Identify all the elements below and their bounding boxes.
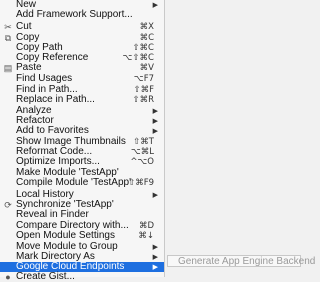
shortcut-label: ⇧⌘T <box>133 136 154 147</box>
menu-item-label: Add to Favorites <box>16 125 89 137</box>
menu-item-cut[interactable]: ✂ Cut ⌘X <box>0 21 164 33</box>
submenu-arrow-icon: ▶ <box>152 242 158 251</box>
shortcut-label: ⇧⌘F <box>133 84 154 95</box>
shortcut-label: ⌘C <box>139 32 154 43</box>
context-menu: New ▶ Add Framework Support... ✂ Cut ⌘X ⧉ Copy ⌘… <box>0 0 165 282</box>
shortcut-label: ⌘V <box>139 63 154 74</box>
shortcut-label: ⇧⌘F9 <box>128 178 154 189</box>
menu-item-label: Reveal in Finder <box>16 209 89 220</box>
menu-item-label: Add Framework Support... <box>16 9 133 21</box>
submenu-arrow-icon: ▶ <box>152 127 158 136</box>
copy-icon: ⧉ <box>4 32 12 43</box>
menu-item-compile-module-testapp[interactable]: Compile Module 'TestApp' ⇧⌘F9 <box>0 177 164 189</box>
submenu-arrow-icon: ▶ <box>152 190 158 199</box>
menu-item-reveal-in-finder[interactable]: Reveal in Finder <box>0 210 164 220</box>
menu-item-add-framework-support[interactable]: Add Framework Support... <box>0 10 164 20</box>
submenu-arrow-icon: ▶ <box>152 117 158 126</box>
shortcut-label: ⌘↓ <box>138 231 154 242</box>
menu-item-label: Open Module Settings <box>16 230 115 242</box>
menu-item-add-to-favorites[interactable]: Add to Favorites ▶ <box>0 126 164 136</box>
menu-item-label: Paste <box>16 62 42 74</box>
shortcut-label: ⌘X <box>139 22 154 33</box>
github-icon: ● <box>5 272 11 282</box>
menu-item-optimize-imports[interactable]: Optimize Imports... ^⌥O <box>0 156 164 168</box>
shortcut-label: ⇧⌘R <box>132 94 154 105</box>
submenu-arrow-icon: ▶ <box>152 252 158 261</box>
submenu-arrow-icon: ▶ <box>152 1 158 9</box>
menu-item-label: Find Usages <box>16 73 73 85</box>
google-cloud-endpoints-submenu: Generate App Engine Backend <box>167 255 315 267</box>
cut-icon: ✂ <box>4 22 12 33</box>
generate-app-engine-backend-item[interactable]: Generate App Engine Backend <box>178 256 315 267</box>
menu-item-label: Compile Module 'TestApp' <box>16 177 131 189</box>
shortcut-label: ⌥F7 <box>133 74 154 85</box>
submenu-arrow-icon: ▶ <box>152 263 158 271</box>
shortcut-label: ⌥⇧⌘C <box>122 53 154 63</box>
menu-item-label: Replace in Path... <box>16 93 95 105</box>
menu-item-replace-in-path[interactable]: Replace in Path... ⇧⌘R <box>0 93 164 105</box>
shortcut-label: ^⌥O <box>130 157 154 167</box>
paste-icon: ▤ <box>3 63 13 74</box>
menu-item-create-gist[interactable]: ● Create Gist... <box>0 272 164 282</box>
menu-item-paste[interactable]: ▤ Paste ⌘V <box>0 62 164 74</box>
shortcut-label: ⌥⌘L <box>130 146 154 157</box>
shortcut-label: ⌘D <box>138 221 154 232</box>
shortcut-label: ⇧⌘C <box>132 42 154 53</box>
menu-item-label: Optimize Imports... <box>16 156 100 167</box>
menu-item-find-usages[interactable]: Find Usages ⌥F7 <box>0 73 164 85</box>
menu-item-label: Create Gist... <box>16 271 75 282</box>
sync-icon: ⟳ <box>4 199 12 210</box>
submenu-arrow-icon: ▶ <box>152 107 158 115</box>
menu-item-open-module-settings[interactable]: Open Module Settings ⌘↓ <box>0 230 164 242</box>
menu-item-label: Cut <box>16 21 32 33</box>
